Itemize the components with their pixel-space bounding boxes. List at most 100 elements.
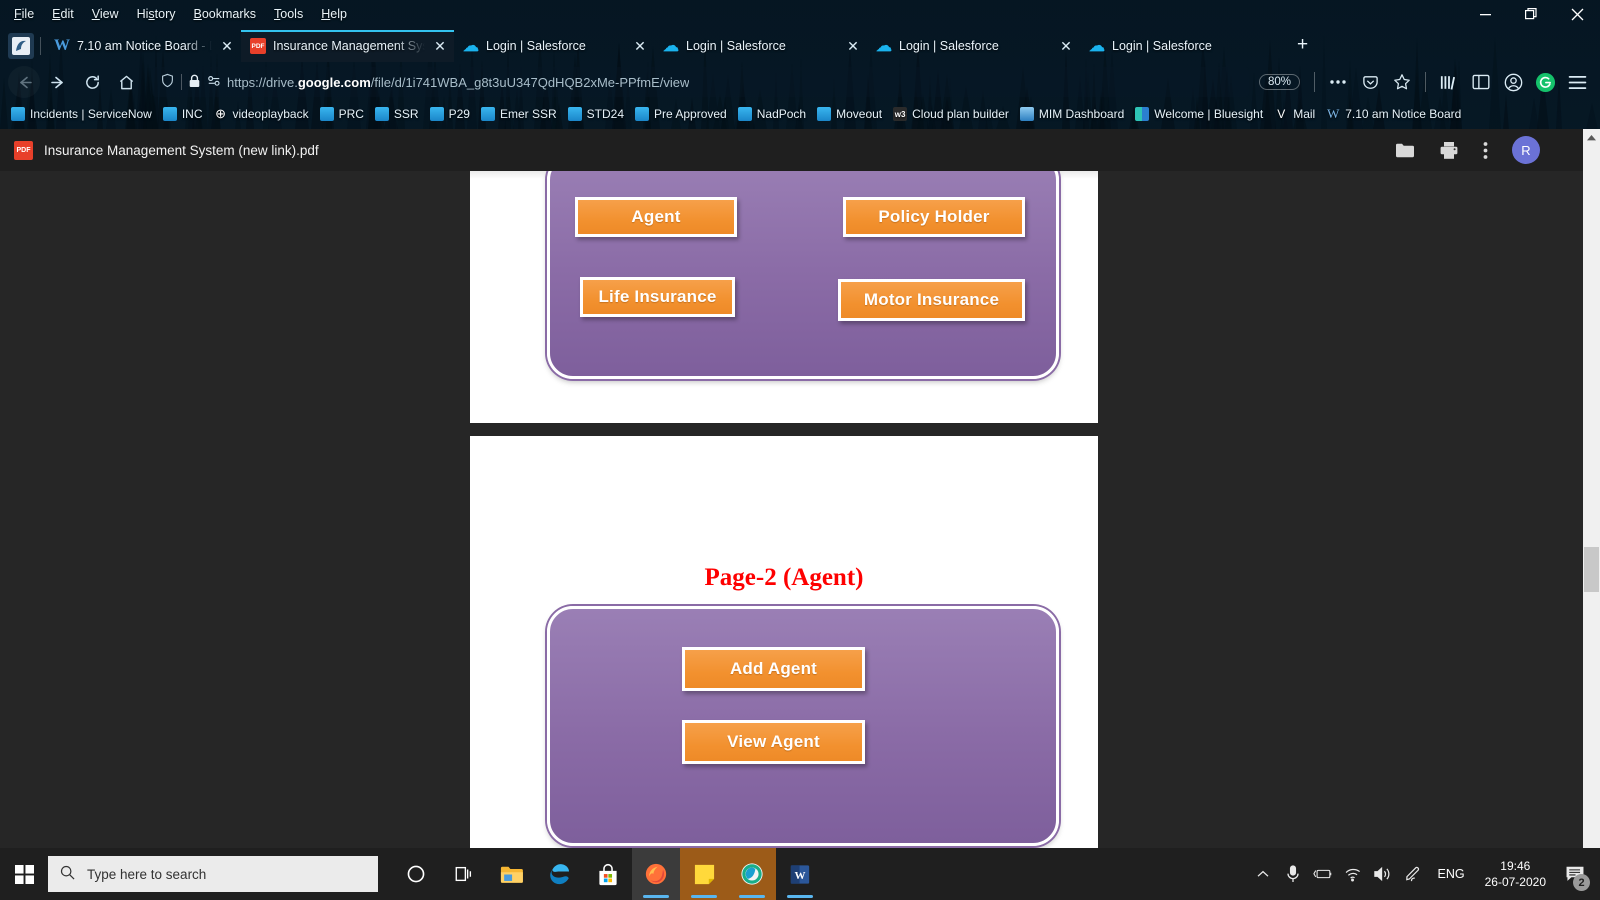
- cortana-icon[interactable]: [392, 848, 440, 900]
- print-icon[interactable]: [1439, 141, 1459, 160]
- pdf-icon: PDF: [250, 38, 266, 54]
- tab-close-icon[interactable]: ✕: [219, 38, 235, 55]
- url-address-bar[interactable]: https://drive.google.com/file/d/1i741WBA…: [152, 67, 1249, 97]
- menu-bar: File Edit View History Bookmarks Tools H…: [0, 0, 1600, 28]
- tab-salesforce-4[interactable]: ☁ Login | Salesforce: [1080, 30, 1285, 62]
- tab-close-icon[interactable]: ✕: [632, 38, 648, 55]
- bookmark-star-icon[interactable]: [1387, 67, 1417, 97]
- tab-close-icon[interactable]: ✕: [432, 38, 448, 55]
- firefox-icon[interactable]: [632, 848, 680, 900]
- menu-edit[interactable]: Edit: [44, 4, 82, 24]
- bookmark-item[interactable]: SSR: [370, 105, 424, 123]
- diagram-box-add-agent: Add Agent: [682, 647, 865, 691]
- pocket-icon[interactable]: [1355, 67, 1385, 97]
- pdf-viewer-actions: R: [1395, 136, 1586, 164]
- diagram-box-motor-insurance: Motor Insurance: [838, 279, 1025, 321]
- notifications-icon[interactable]: 2: [1556, 848, 1594, 900]
- bookmark-item[interactable]: W 7.10 am Notice Board: [1321, 105, 1466, 123]
- bookmark-label: NadPoch: [756, 107, 807, 121]
- bookmark-item[interactable]: Emer SSR: [476, 105, 562, 123]
- new-tab-button[interactable]: +: [1285, 34, 1320, 62]
- scroll-up-arrow-icon[interactable]: [1583, 129, 1600, 146]
- volume-icon[interactable]: [1368, 848, 1398, 900]
- ellipsis-icon[interactable]: [1323, 67, 1353, 97]
- windows-start-icon[interactable]: [0, 848, 48, 900]
- bookmark-item[interactable]: Moveout: [812, 105, 887, 123]
- menu-help[interactable]: Help: [313, 4, 355, 24]
- tab-separator: [40, 37, 41, 55]
- bookmark-item[interactable]: Welcome | Bluesight: [1130, 105, 1268, 123]
- bookmark-item[interactable]: P29: [425, 105, 475, 123]
- file-explorer-icon[interactable]: [488, 848, 536, 900]
- sticky-notes-icon[interactable]: [680, 848, 728, 900]
- grid-icon: [1019, 107, 1034, 121]
- teams-icon[interactable]: [728, 848, 776, 900]
- tab-salesforce-1[interactable]: ☁ Login | Salesforce ✕: [454, 30, 654, 62]
- menu-file[interactable]: File: [6, 4, 42, 24]
- bookmark-item[interactable]: Incidents | ServiceNow: [6, 105, 157, 123]
- grammarly-icon[interactable]: [1530, 67, 1560, 97]
- firefox-app-icon: [8, 33, 34, 59]
- menu-tools[interactable]: Tools: [266, 4, 311, 24]
- tab-insurance-pdf[interactable]: PDF Insurance Management System ✕: [241, 30, 454, 62]
- tracking-protection-shield-icon[interactable]: [160, 73, 175, 91]
- scrollbar-thumb[interactable]: [1584, 547, 1599, 592]
- bookmark-label: Pre Approved: [654, 107, 727, 121]
- microphone-icon[interactable]: [1278, 848, 1308, 900]
- zoom-level-indicator[interactable]: 80%: [1258, 74, 1300, 90]
- clock[interactable]: 19:46 26-07-2020: [1475, 858, 1556, 890]
- back-arrow-icon[interactable]: [8, 66, 40, 98]
- task-view-icon[interactable]: [440, 848, 488, 900]
- tab-close-icon[interactable]: ✕: [1058, 38, 1074, 55]
- account-icon[interactable]: [1498, 67, 1528, 97]
- vee-icon: V: [1277, 107, 1286, 121]
- tab-label: 7.10 am Notice Board - Dev - Ju: [77, 39, 212, 53]
- tab-strip: W 7.10 am Notice Board - Dev - Ju ✕ PDF …: [0, 28, 1600, 62]
- tab-close-icon[interactable]: ✕: [845, 38, 861, 55]
- minimize-icon[interactable]: [1462, 0, 1508, 28]
- bookmark-item[interactable]: w3 Cloud plan builder: [888, 105, 1014, 123]
- more-options-icon[interactable]: [1483, 141, 1488, 160]
- search-input[interactable]: Type here to search: [48, 856, 378, 892]
- bookmark-item[interactable]: V Mail: [1269, 105, 1320, 123]
- bookmark-label: MIM Dashboard: [1038, 107, 1125, 121]
- tab-salesforce-3[interactable]: ☁ Login | Salesforce ✕: [867, 30, 1080, 62]
- bookmark-item[interactable]: ⊕ videoplayback: [209, 105, 314, 123]
- library-icon[interactable]: [1434, 67, 1464, 97]
- blue-square-icon: [817, 107, 832, 121]
- bookmark-item[interactable]: INC: [158, 105, 208, 123]
- bookmark-item[interactable]: STD24: [563, 105, 629, 123]
- restore-icon[interactable]: [1508, 0, 1554, 28]
- add-to-drive-icon[interactable]: [1395, 142, 1415, 159]
- wifi-icon[interactable]: [1338, 848, 1368, 900]
- battery-icon[interactable]: [1308, 848, 1338, 900]
- language-indicator[interactable]: ENG: [1428, 867, 1475, 881]
- microsoft-edge-icon[interactable]: [536, 848, 584, 900]
- avatar[interactable]: R: [1512, 136, 1540, 164]
- show-hidden-icons-chevron[interactable]: [1248, 848, 1278, 900]
- tab-notice-board[interactable]: W 7.10 am Notice Board - Dev - Ju ✕: [45, 30, 241, 62]
- microsoft-store-icon[interactable]: [584, 848, 632, 900]
- pen-icon[interactable]: [1398, 848, 1428, 900]
- blue-square-icon: [737, 107, 752, 121]
- bookmark-item[interactable]: NadPoch: [733, 105, 811, 123]
- close-icon[interactable]: [1554, 0, 1600, 28]
- menu-icon[interactable]: [1562, 67, 1592, 97]
- pdf-scrollbar[interactable]: [1583, 129, 1600, 848]
- sidebar-icon[interactable]: [1466, 67, 1496, 97]
- reload-icon[interactable]: [76, 66, 108, 98]
- forward-arrow-icon[interactable]: [42, 66, 74, 98]
- search-icon: [60, 865, 75, 883]
- menu-history[interactable]: History: [129, 4, 184, 24]
- bookmark-item[interactable]: PRC: [315, 105, 369, 123]
- microsoft-word-icon[interactable]: W: [776, 848, 824, 900]
- menu-view[interactable]: View: [84, 4, 127, 24]
- bluesight-icon: [1135, 107, 1150, 121]
- permissions-icon[interactable]: [207, 74, 221, 91]
- bookmark-item[interactable]: Pre Approved: [630, 105, 732, 123]
- lock-icon[interactable]: [188, 74, 201, 91]
- home-icon[interactable]: [110, 66, 142, 98]
- bookmark-item[interactable]: MIM Dashboard: [1015, 105, 1129, 123]
- tab-salesforce-2[interactable]: ☁ Login | Salesforce ✕: [654, 30, 867, 62]
- menu-bookmarks[interactable]: Bookmarks: [186, 4, 265, 24]
